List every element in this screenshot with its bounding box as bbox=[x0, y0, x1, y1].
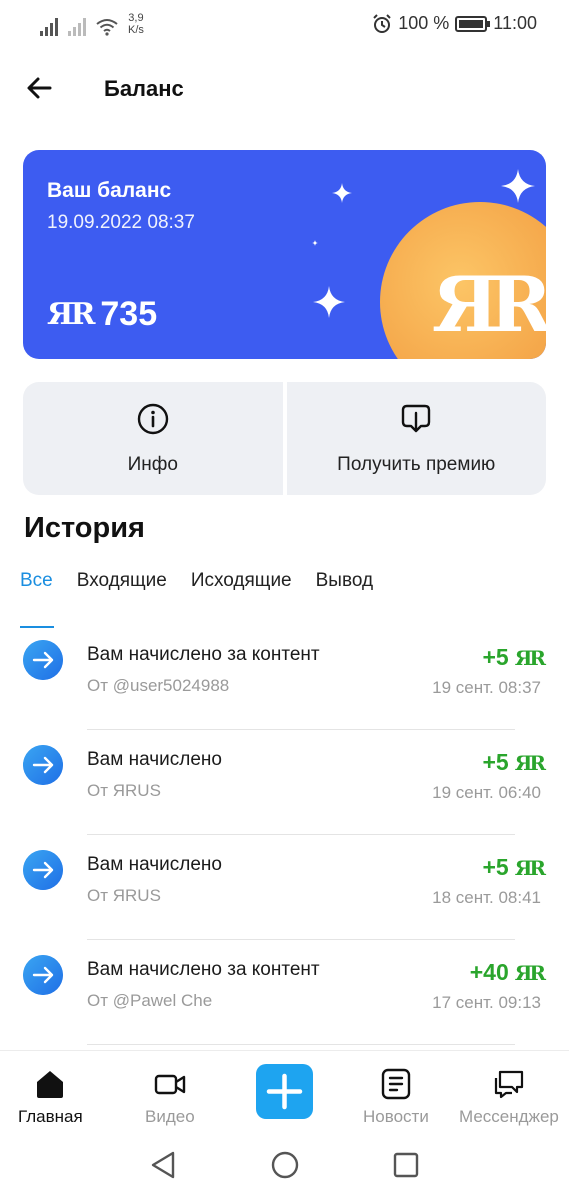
list-item[interactable]: Вам начислено за контент От @Pawel Che +… bbox=[0, 940, 569, 1045]
balance-label: Ваш баланс bbox=[47, 179, 172, 202]
item-amount-value: +40 bbox=[469, 959, 509, 985]
app-header: Баланс bbox=[0, 60, 569, 116]
plus-icon bbox=[266, 1073, 303, 1110]
home-icon bbox=[37, 1071, 64, 1098]
item-amount: +40 ЯR bbox=[469, 959, 546, 986]
item-date: 18 сент. 08:41 bbox=[432, 888, 541, 907]
item-sender: От @user5024988 bbox=[87, 676, 230, 695]
balance-datetime: 19.09.2022 08:37 bbox=[47, 212, 195, 233]
signal-icon bbox=[40, 18, 58, 36]
balance-card: Ваш баланс 19.09.2022 08:37 ЯR 735 ЯR bbox=[23, 150, 546, 359]
wifi-icon bbox=[96, 19, 118, 36]
nav-home-label: Главная bbox=[18, 1107, 83, 1126]
bottom-nav: Главная Видео Новости Мессенджер bbox=[0, 1050, 569, 1130]
currency-icon: ЯR bbox=[514, 750, 546, 775]
system-recents-icon[interactable] bbox=[391, 1150, 421, 1180]
incoming-arrow-icon bbox=[23, 955, 63, 995]
item-amount-value: +5 bbox=[482, 644, 509, 670]
item-sender: От ЯRUS bbox=[87, 886, 161, 905]
coin-image: ЯR bbox=[380, 202, 546, 359]
messenger-icon bbox=[494, 1070, 524, 1099]
tab-all[interactable]: Все bbox=[20, 570, 54, 628]
currency-icon: ЯR bbox=[514, 960, 546, 985]
nav-messenger-label: Мессенджер bbox=[459, 1107, 559, 1126]
list-item[interactable]: Вам начислено за контент От @user5024988… bbox=[0, 625, 569, 730]
sparkle-icon bbox=[501, 169, 535, 203]
nav-messenger[interactable]: Мессенджер bbox=[459, 1067, 559, 1127]
incoming-arrow-icon bbox=[23, 850, 63, 890]
nav-home[interactable]: Главная bbox=[18, 1067, 83, 1127]
item-title: Вам начислено за контент bbox=[87, 644, 320, 665]
network-speed: 3,9 K/s bbox=[128, 12, 144, 36]
nav-video-label: Видео bbox=[145, 1107, 195, 1126]
item-amount: +5 ЯR bbox=[482, 749, 547, 776]
item-sender: От ЯRUS bbox=[87, 781, 161, 800]
network-speed-unit: K/s bbox=[128, 24, 144, 36]
item-title: Вам начислено за контент bbox=[87, 959, 320, 980]
incoming-arrow-icon bbox=[23, 640, 63, 680]
history-list: Вам начислено за контент От @user5024988… bbox=[0, 625, 569, 1045]
currency-icon: ЯR bbox=[47, 297, 95, 332]
sparkle-icon bbox=[332, 183, 352, 203]
alarm-icon bbox=[373, 13, 391, 33]
incoming-arrow-icon bbox=[23, 745, 63, 785]
item-amount-value: +5 bbox=[482, 854, 509, 880]
item-date: 19 сент. 08:37 bbox=[432, 678, 541, 697]
battery-percent: 100 % bbox=[398, 13, 450, 33]
item-date: 17 сент. 09:13 bbox=[432, 993, 541, 1012]
create-button[interactable] bbox=[256, 1064, 313, 1119]
battery-icon bbox=[455, 15, 491, 32]
nav-video[interactable]: Видео bbox=[145, 1067, 195, 1127]
system-back-icon[interactable] bbox=[149, 1150, 179, 1180]
item-amount-value: +5 bbox=[482, 749, 509, 775]
status-right: 100 % 11:00 bbox=[372, 13, 537, 34]
info-button[interactable]: Инфо bbox=[23, 382, 283, 495]
sparkle-icon bbox=[312, 240, 318, 246]
currency-icon: ЯR bbox=[514, 855, 546, 880]
item-amount: +5 ЯR bbox=[482, 644, 547, 671]
get-bonus-button[interactable]: Получить премию bbox=[286, 382, 546, 495]
item-amount: +5 ЯR bbox=[482, 854, 547, 881]
sparkle-icon bbox=[313, 286, 345, 318]
info-icon bbox=[137, 403, 168, 435]
item-date: 19 сент. 06:40 bbox=[432, 783, 541, 802]
history-tabs: Все Входящие Исходящие Вывод bbox=[20, 570, 373, 628]
get-bonus-button-label: Получить премию bbox=[337, 454, 496, 475]
nav-news[interactable]: Новости bbox=[363, 1067, 429, 1127]
balance-amount-value: 735 bbox=[100, 295, 158, 333]
tab-incoming[interactable]: Входящие bbox=[77, 570, 167, 616]
page-title: Баланс bbox=[104, 76, 184, 101]
divider bbox=[87, 1044, 515, 1045]
back-arrow-icon[interactable] bbox=[22, 70, 58, 106]
coin-logo-icon: ЯR bbox=[432, 260, 546, 349]
item-title: Вам начислено bbox=[87, 854, 222, 875]
info-button-label: Инфо bbox=[127, 454, 178, 475]
item-title: Вам начислено bbox=[87, 749, 222, 770]
history-title: История bbox=[24, 512, 145, 544]
system-home-icon[interactable] bbox=[270, 1150, 300, 1180]
balance-actions: Инфо Получить премию bbox=[23, 382, 546, 495]
news-icon bbox=[381, 1068, 411, 1100]
download-icon bbox=[402, 404, 431, 433]
clock: 11:00 bbox=[493, 13, 537, 33]
status-bar: 3,9 K/s 100 % 11:00 bbox=[0, 0, 569, 48]
signal-icon-secondary bbox=[68, 18, 86, 36]
balance-amount: ЯR 735 bbox=[47, 295, 157, 334]
item-sender: От @Pawel Che bbox=[87, 991, 213, 1010]
system-nav bbox=[0, 1130, 569, 1200]
video-icon bbox=[154, 1074, 186, 1095]
list-item[interactable]: Вам начислено От ЯRUS +5 ЯR 18 сент. 08:… bbox=[0, 835, 569, 940]
network-speed-value: 3,9 bbox=[128, 12, 144, 24]
tab-outgoing[interactable]: Исходящие bbox=[191, 570, 292, 616]
nav-news-label: Новости bbox=[363, 1107, 429, 1126]
list-item[interactable]: Вам начислено От ЯRUS +5 ЯR 19 сент. 06:… bbox=[0, 730, 569, 835]
currency-icon: ЯR bbox=[514, 645, 546, 670]
tab-withdrawal[interactable]: Вывод bbox=[316, 570, 373, 616]
status-left: 3,9 K/s bbox=[40, 12, 144, 36]
